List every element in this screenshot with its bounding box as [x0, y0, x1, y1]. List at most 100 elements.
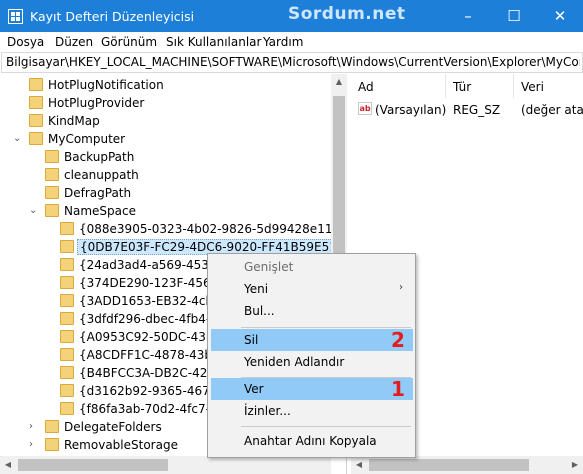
folder-icon: [29, 114, 43, 127]
context-item-anahtar-adini-kopyala[interactable]: Anahtar Adını Kopyala: [211, 430, 413, 452]
folder-icon: [29, 96, 43, 109]
column-label: Tür: [453, 80, 472, 94]
folder-icon: [45, 438, 59, 451]
context-item-label: Bul...: [244, 304, 275, 318]
submenu-arrow-icon: ›: [399, 282, 403, 293]
tree-item[interactable]: BackupPath: [0, 148, 330, 166]
context-item-bul[interactable]: Bul...: [211, 300, 413, 322]
context-item-label: Yeniden Adlandır: [244, 355, 345, 369]
tree-item-label: BackupPath: [64, 150, 135, 164]
tree-item-label: HotPlugProvider: [48, 96, 145, 110]
tree-item-label: DelegateFolders: [64, 420, 162, 434]
folder-icon: [45, 420, 59, 433]
column-label: Ad: [358, 80, 374, 94]
folder-icon: [60, 312, 74, 325]
column-header-data[interactable]: Veri: [514, 74, 583, 98]
tree-item-label: NameSpace: [64, 204, 136, 218]
tree-item-label: cleanuppath: [64, 168, 139, 182]
tree-item-label: KindMap: [48, 114, 100, 128]
chevron-down-icon[interactable]: ⌄: [13, 133, 21, 144]
tree-item-namespace[interactable]: ⌄ NameSpace: [0, 202, 330, 220]
context-item-genislet[interactable]: Genişlet: [211, 256, 413, 278]
folder-icon: [60, 240, 74, 253]
context-item-sil[interactable]: Sil 2: [211, 328, 413, 352]
chevron-right-icon[interactable]: ›: [29, 421, 33, 432]
tree-item-label: {B4BFCC3A-DB2C-424C-: [79, 366, 228, 380]
context-item-label: Anahtar Adını Kopyala: [244, 434, 377, 448]
menu-separator: [241, 426, 411, 427]
chevron-right-icon[interactable]: ›: [29, 439, 33, 450]
scroll-left-arrow-icon[interactable]: ◀: [351, 456, 367, 474]
tree-item-label: MyComputer: [48, 132, 126, 146]
context-item-label: Genişlet: [244, 260, 294, 274]
tree-item[interactable]: cleanuppath: [0, 166, 330, 184]
value-data: (değer atan: [521, 103, 583, 117]
folder-icon: [60, 258, 74, 271]
tree-item-label: HotPlugNotification: [48, 78, 164, 92]
address-path[interactable]: Bilgisayar\HKEY_LOCAL_MACHINE\SOFTWARE\M…: [6, 55, 580, 69]
minimize-button[interactable]: –: [445, 0, 491, 32]
column-label: Veri: [521, 80, 544, 94]
tree-item[interactable]: KindMap: [0, 112, 330, 130]
folder-icon: [60, 276, 74, 289]
folder-icon: [60, 294, 74, 307]
tree-horizontal-scrollbar[interactable]: ◀: [0, 456, 331, 474]
menu-gorunum[interactable]: Görünüm: [101, 35, 157, 49]
column-header-type[interactable]: Tür: [446, 74, 514, 98]
context-item-label: Yeni: [244, 282, 269, 296]
context-item-yeniden-adlandir[interactable]: Yeniden Adlandır: [211, 351, 413, 373]
table-row[interactable]: ab (Varsayılan) REG_SZ (değer atan: [351, 100, 583, 118]
address-bar[interactable]: Bilgisayar\HKEY_LOCAL_MACHINE\SOFTWARE\M…: [1, 52, 583, 73]
tree-item[interactable]: HotPlugProvider: [0, 94, 330, 112]
context-item-yeni[interactable]: Yeni ›: [211, 278, 413, 300]
menu-dosya[interactable]: Dosya: [7, 35, 44, 49]
tree-item-label: DefragPath: [64, 186, 132, 200]
folder-icon: [60, 366, 74, 379]
context-item-label: Sil: [244, 333, 259, 347]
tree-item[interactable]: {088e3905-0323-4b02-9826-5d99428e115f}: [0, 220, 346, 238]
column-header-name[interactable]: Ad: [351, 74, 446, 98]
value-type: REG_SZ: [453, 103, 501, 117]
tree-item[interactable]: HotPlugNotification: [0, 76, 330, 94]
maximize-button[interactable]: ☐: [491, 0, 537, 32]
folder-icon: [45, 186, 59, 199]
folder-icon: [29, 132, 43, 145]
folder-icon: [45, 168, 59, 181]
menu-yardim[interactable]: Yardım: [263, 35, 303, 49]
folder-icon: [60, 384, 74, 397]
folder-icon: [60, 402, 74, 415]
value-name: (Varsayılan): [375, 103, 447, 117]
registry-app-icon: [8, 9, 23, 24]
tree-item-label: {088e3905-0323-4b02-9826-5d99428e115f}: [79, 222, 347, 236]
folder-icon: [45, 204, 59, 217]
string-value-icon: ab: [358, 102, 372, 115]
tree-item-label: RemovableStorage: [64, 438, 178, 452]
step-badge-2: 2: [391, 328, 405, 352]
context-item-label: İzinler...: [244, 404, 291, 418]
chevron-down-icon[interactable]: ⌄: [29, 205, 37, 216]
folder-icon: [60, 348, 74, 361]
close-button[interactable]: ✕: [537, 0, 583, 32]
folder-icon: [60, 330, 74, 343]
menu-sik-kullanilanlar[interactable]: Sık Kullanılanlar: [166, 35, 261, 49]
folder-icon: [45, 150, 59, 163]
context-item-label: Ver: [244, 382, 264, 396]
context-item-izinler[interactable]: İzinler...: [211, 400, 413, 422]
context-item-ver[interactable]: Ver 1: [211, 377, 413, 401]
menu-bar: Dosya Düzen Görünüm Sık Kullanılanlar Ya…: [0, 32, 583, 52]
scroll-left-arrow-icon[interactable]: ◀: [0, 456, 16, 474]
scroll-right-arrow-icon[interactable]: ▶: [567, 456, 583, 474]
menu-duzen[interactable]: Düzen: [55, 35, 93, 49]
scroll-thumb[interactable]: [369, 459, 529, 471]
folder-icon: [29, 78, 43, 91]
scroll-thumb[interactable]: [18, 459, 168, 471]
watermark-text: Sordum.net: [288, 4, 406, 24]
context-menu: Genişlet Yeni › Bul... Sil 2 Yeniden Adl…: [207, 253, 416, 458]
title-bar: Kayıt Defteri Düzenleyicisi Sordum.net –…: [0, 0, 583, 32]
tree-item-mycomputer[interactable]: ⌄ MyComputer: [0, 130, 330, 148]
menu-separator: [241, 327, 411, 328]
list-horizontal-scrollbar[interactable]: ◀ ▶: [351, 456, 583, 474]
tree-item[interactable]: DefragPath: [0, 184, 330, 202]
step-badge-1: 1: [391, 377, 405, 401]
scroll-up-arrow-icon[interactable]: ▲: [331, 74, 347, 90]
